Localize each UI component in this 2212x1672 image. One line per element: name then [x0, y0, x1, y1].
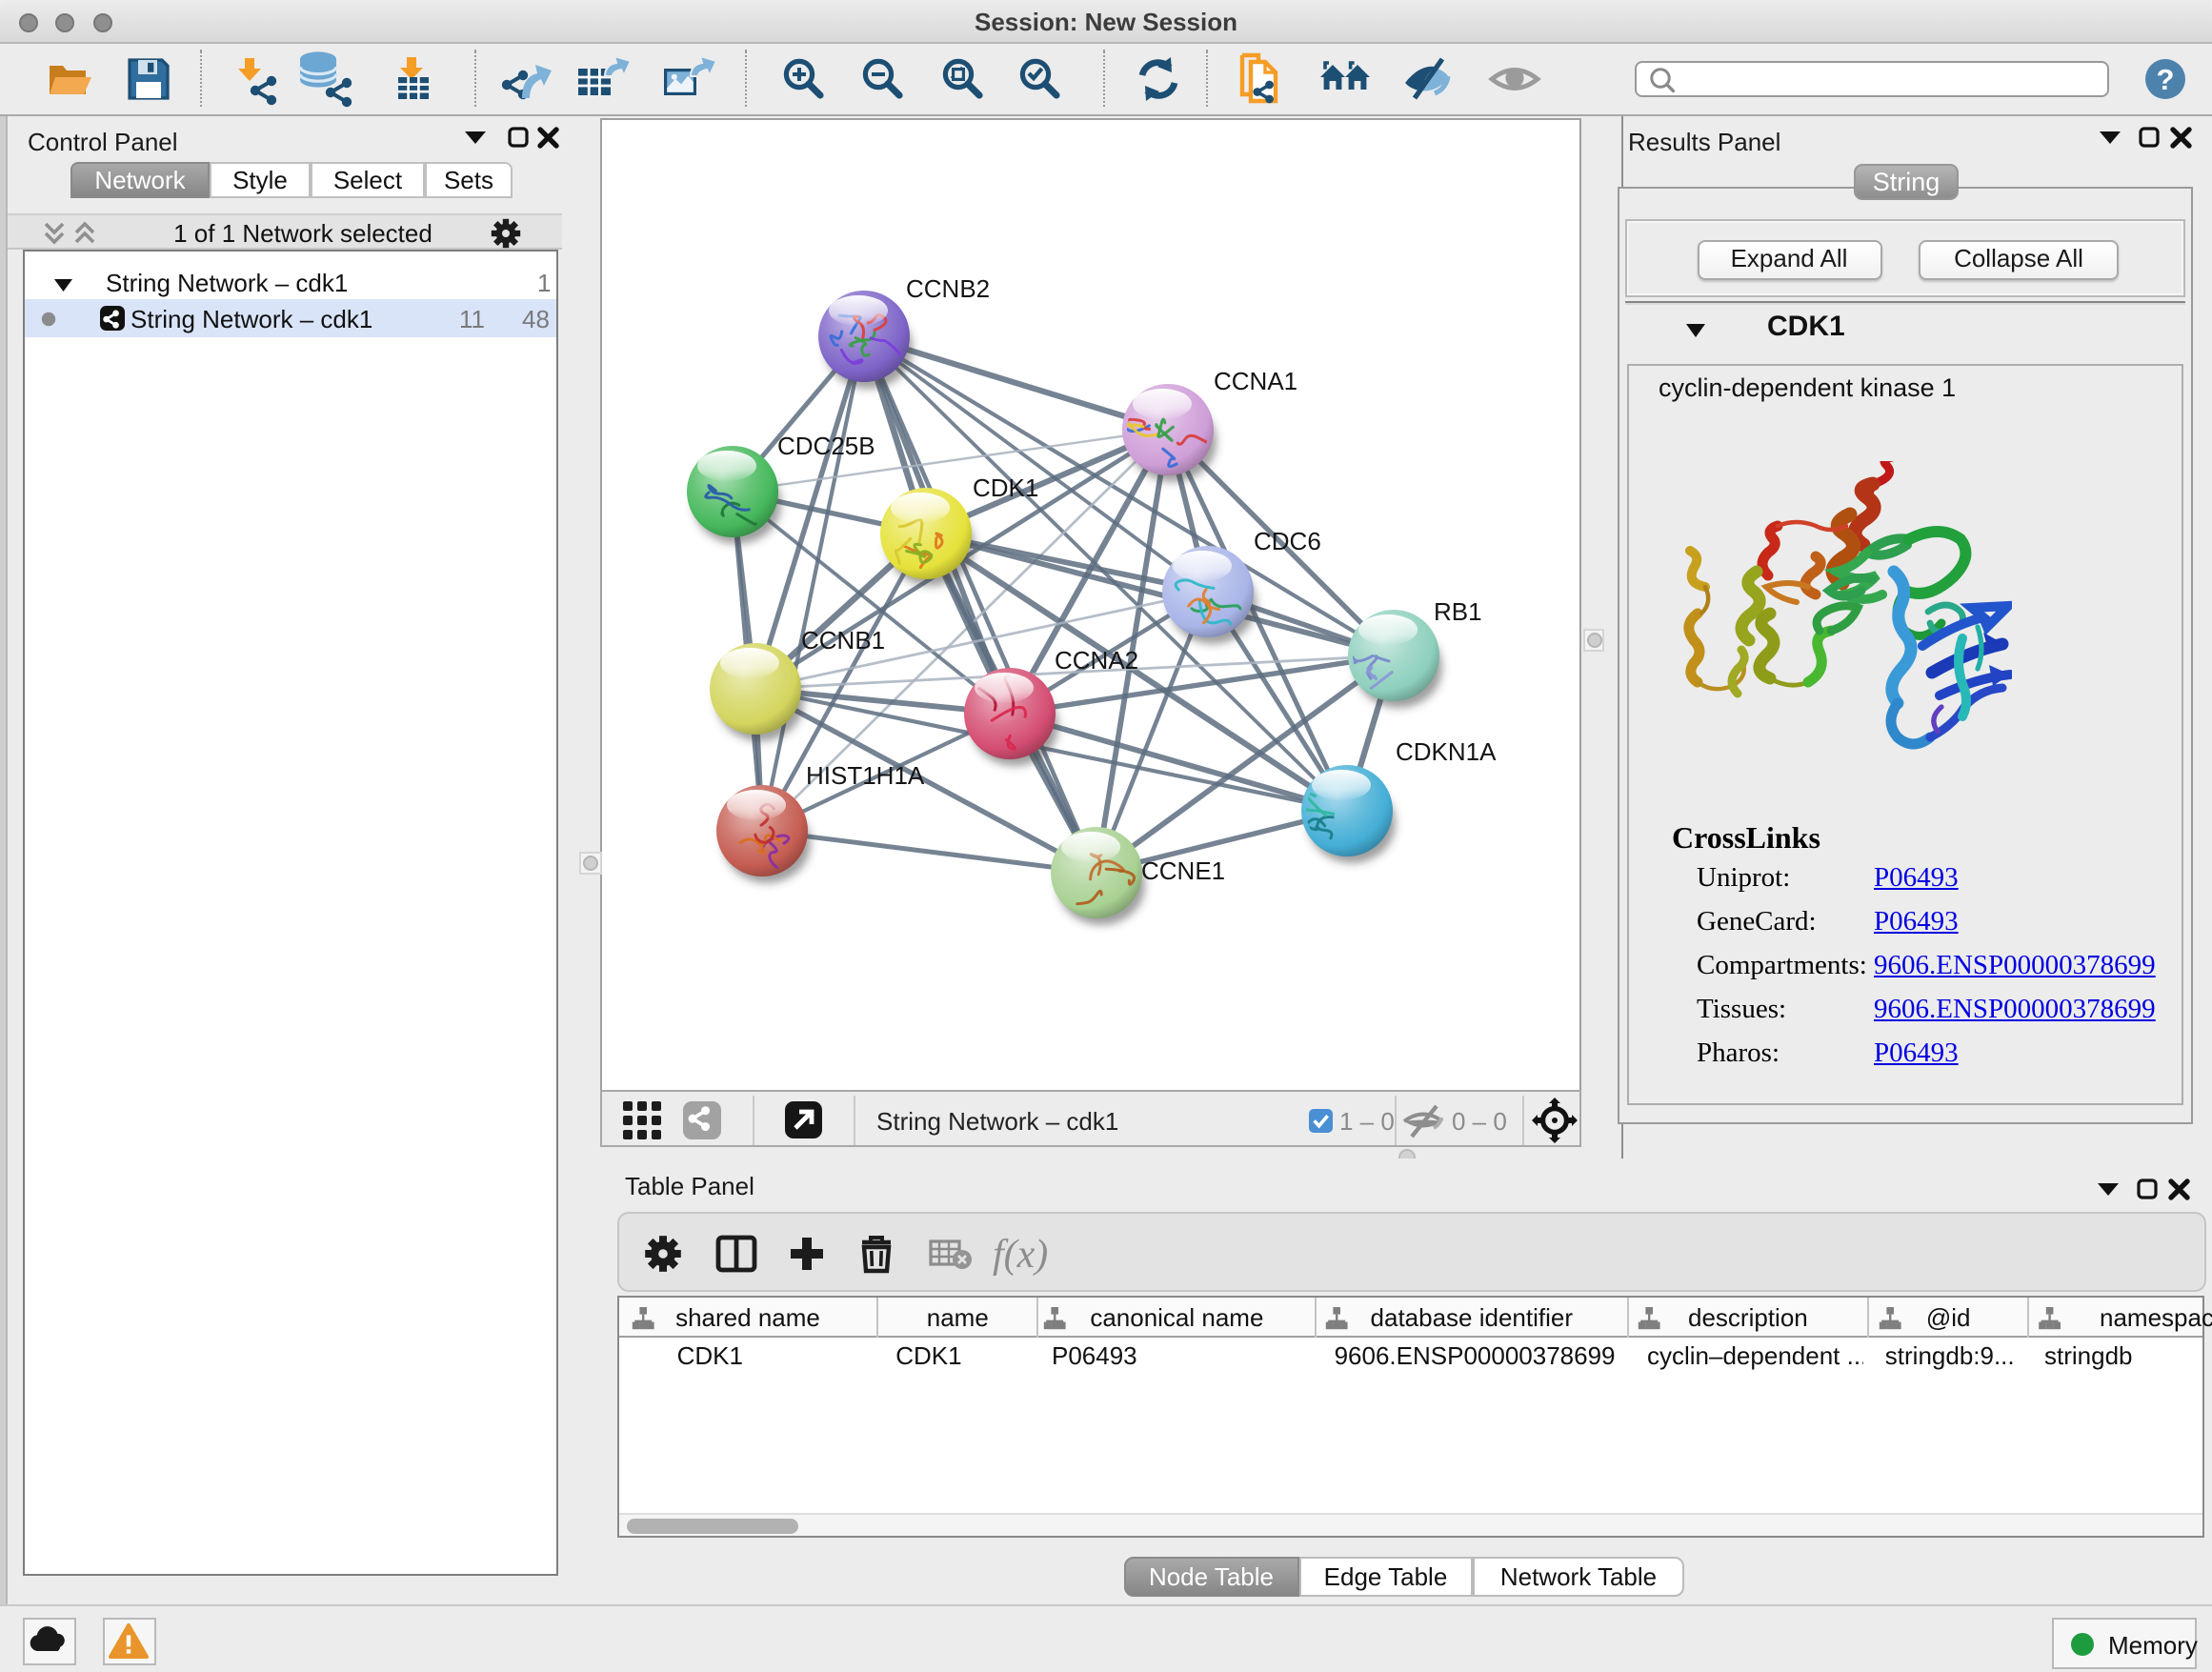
- svg-text:HIST1H1A: HIST1H1A: [806, 760, 925, 789]
- svg-text:CDC25B: CDC25B: [777, 431, 875, 459]
- svg-text:?: ?: [2157, 63, 2175, 96]
- svg-text:CCNA1: CCNA1: [1214, 366, 1297, 394]
- svg-text:CCNB2: CCNB2: [906, 273, 990, 302]
- svg-text:CCNB1: CCNB1: [801, 625, 885, 654]
- svg-text:RB1: RB1: [1434, 596, 1482, 625]
- svg-text:CDK1: CDK1: [973, 473, 1038, 501]
- svg-text:f(x): f(x): [992, 1232, 1047, 1276]
- svg-text:CDKN1A: CDKN1A: [1396, 736, 1497, 765]
- svg-text:CCNE1: CCNE1: [1141, 856, 1225, 884]
- svg-text:CDC6: CDC6: [1254, 526, 1321, 554]
- svg-text:CCNA2: CCNA2: [1055, 645, 1138, 674]
